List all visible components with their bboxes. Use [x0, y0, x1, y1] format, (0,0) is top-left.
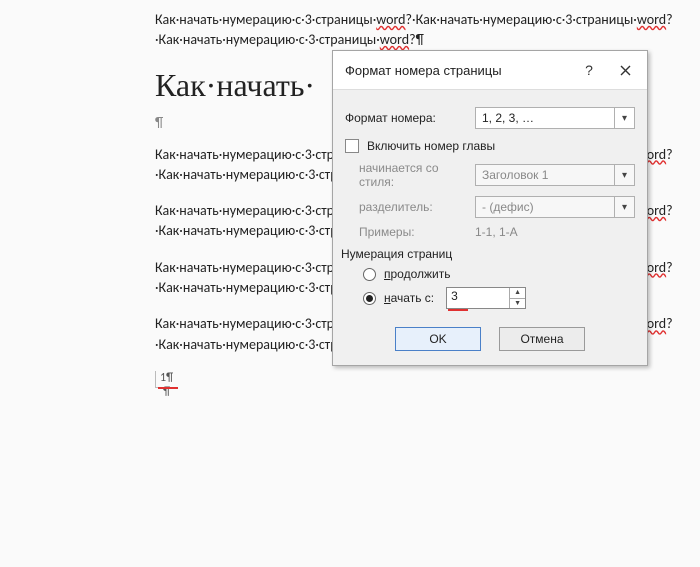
- radio-icon-selected: [363, 292, 376, 305]
- ok-button[interactable]: OK: [395, 327, 481, 351]
- annotation-red-underline: [448, 309, 468, 311]
- include-chapter-checkbox[interactable]: Включить номер главы: [345, 139, 635, 153]
- separator-combo: - (дефис) ▾: [475, 196, 635, 218]
- chevron-down-icon: ▾: [614, 197, 634, 217]
- chevron-down-icon: ▾: [614, 165, 634, 185]
- number-format-combo[interactable]: 1, 2, 3, … ▾: [475, 107, 635, 129]
- continue-radio-label: продолжить: [384, 267, 450, 281]
- checkbox-box: [345, 139, 359, 153]
- start-at-radio[interactable]: начать с: 3 ▲ ▼: [363, 287, 635, 309]
- spin-down-button[interactable]: ▼: [510, 298, 525, 309]
- start-at-radio-label: начать с:: [384, 291, 434, 305]
- chapter-style-value: Заголовок 1: [482, 168, 548, 182]
- separator-value: - (дефис): [482, 200, 534, 214]
- include-chapter-label: Включить номер главы: [367, 139, 495, 153]
- chevron-down-icon: ▾: [614, 108, 634, 128]
- help-button[interactable]: ?: [571, 59, 607, 81]
- chapter-style-label: начинается со стиля:: [345, 161, 475, 189]
- start-at-value[interactable]: 3: [447, 288, 509, 308]
- page-numbering-group-label: Нумерация страниц: [341, 247, 635, 261]
- examples-value: 1-1, 1-A: [475, 225, 518, 239]
- body-paragraph: Как·начать·нумерацию·с·3·страницы·word?·…: [155, 10, 700, 51]
- page-break-marker: 1¶ ¶: [155, 371, 700, 399]
- number-format-value: 1, 2, 3, …: [482, 111, 534, 125]
- spin-up-button[interactable]: ▲: [510, 288, 525, 298]
- chapter-style-combo: Заголовок 1 ▾: [475, 164, 635, 186]
- continue-radio[interactable]: продолжить: [363, 267, 635, 281]
- page-number-format-dialog: Формат номера страницы ? Формат номера: …: [332, 50, 648, 366]
- radio-icon-unselected: [363, 268, 376, 281]
- close-button[interactable]: [607, 59, 643, 81]
- start-at-spinner[interactable]: 3 ▲ ▼: [446, 287, 526, 309]
- close-icon: [620, 65, 631, 76]
- dialog-title: Формат номера страницы: [345, 63, 571, 78]
- number-format-label: Формат номера:: [345, 111, 475, 125]
- dialog-titlebar[interactable]: Формат номера страницы ?: [333, 51, 647, 90]
- separator-label: разделитель:: [345, 200, 475, 214]
- cancel-button[interactable]: Отмена: [499, 327, 585, 351]
- examples-label: Примеры:: [345, 225, 475, 239]
